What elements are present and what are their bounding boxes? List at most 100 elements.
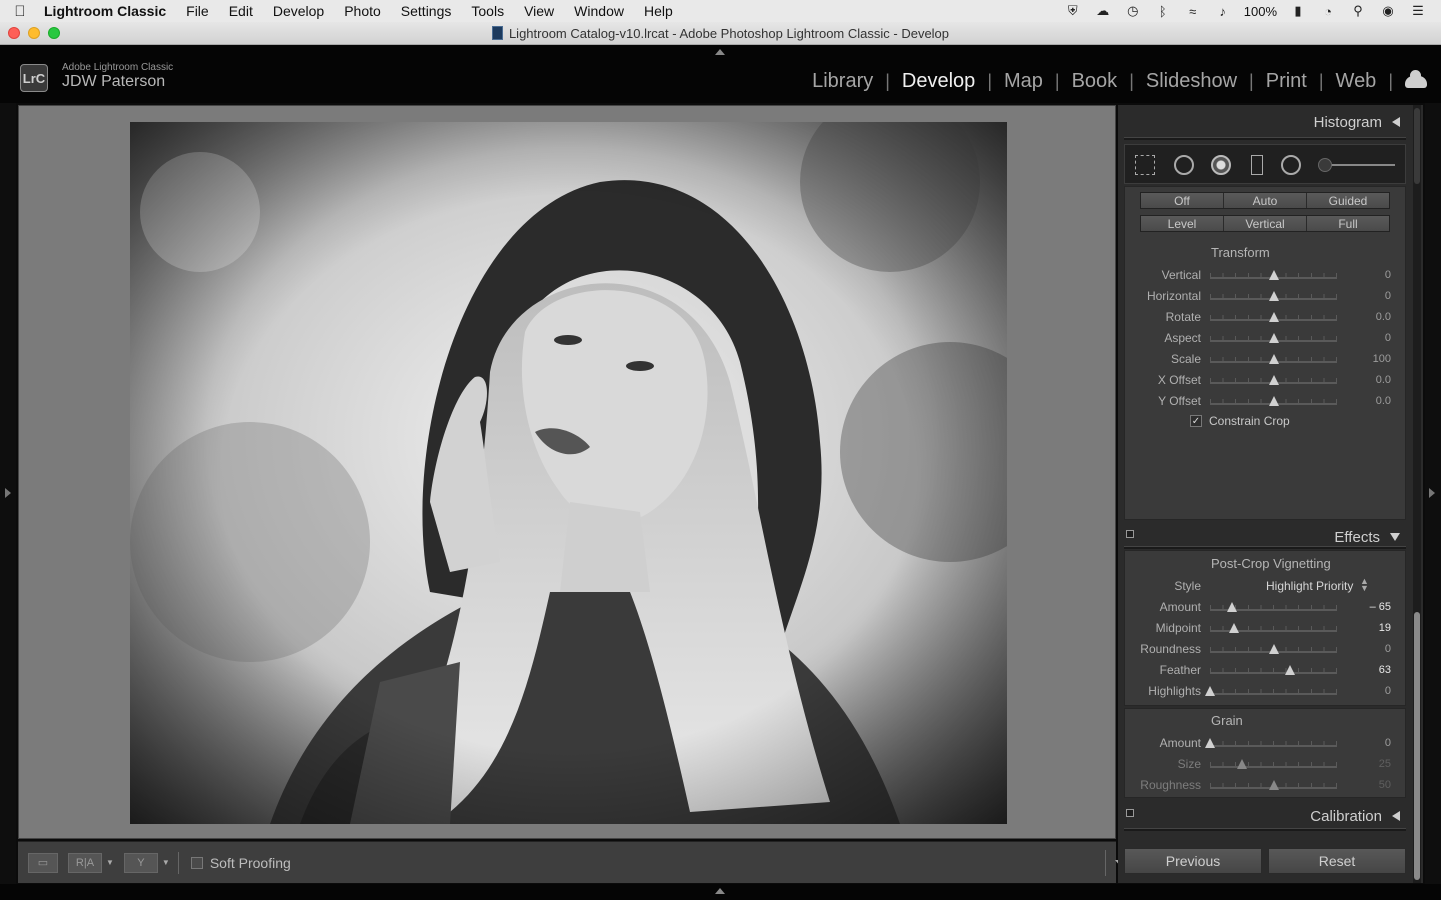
transform-x-offset-value[interactable]: 0.0 [1345, 374, 1391, 386]
copy-settings-dropdown-icon[interactable]: ▼ [162, 858, 170, 867]
transform-aspect-slider-handle[interactable] [1268, 333, 1279, 343]
upright-auto-button[interactable]: Auto [1224, 193, 1307, 208]
before-after-copy-button[interactable]: Y [123, 852, 158, 873]
grain-size-slider-handle[interactable] [1236, 759, 1247, 769]
notification-center-icon[interactable]: ☰ [1409, 3, 1427, 19]
creative-cloud-icon[interactable]: ☁ [1094, 3, 1112, 19]
module-web[interactable]: Web [1324, 70, 1389, 93]
menu-settings[interactable]: Settings [391, 3, 462, 19]
vignette-style-select[interactable]: Highlight Priority [1266, 579, 1353, 593]
soft-proofing-checkbox[interactable] [190, 856, 203, 869]
vignette-highlights-slider[interactable] [1210, 689, 1337, 695]
crop-overlay-icon[interactable] [1135, 155, 1155, 175]
fullscreen-window-button[interactable] [48, 27, 60, 39]
vignette-highlights-slider-handle[interactable] [1205, 686, 1215, 696]
constrain-crop-checkbox[interactable]: ✓ [1190, 415, 1202, 427]
select-stepper-icon[interactable]: ▲ ▼ [1360, 577, 1369, 593]
menu-view[interactable]: View [514, 3, 564, 19]
vignette-feather-slider[interactable] [1210, 668, 1337, 674]
spot-removal-icon[interactable] [1174, 155, 1194, 175]
module-slideshow[interactable]: Slideshow [1134, 70, 1249, 93]
vignette-roundness-slider-handle[interactable] [1268, 644, 1279, 654]
grain-size-slider[interactable] [1210, 762, 1337, 768]
vignette-highlights-value[interactable]: 0 [1345, 685, 1391, 697]
menu-develop[interactable]: Develop [263, 3, 334, 19]
vignette-amount-value[interactable]: – 65 [1345, 601, 1391, 613]
reset-button[interactable]: Reset [1268, 848, 1406, 874]
expand-left-panel-icon[interactable] [5, 488, 11, 498]
battery-percent[interactable]: 100% [1244, 4, 1277, 19]
vignette-feather-slider-handle[interactable] [1285, 665, 1295, 675]
menu-photo[interactable]: Photo [334, 3, 391, 19]
transform-rotate-value[interactable]: 0.0 [1345, 311, 1391, 323]
transform-y-offset-slider-handle[interactable] [1268, 396, 1279, 406]
photo-preview[interactable] [130, 122, 1007, 824]
vignette-midpoint-slider-handle[interactable] [1229, 623, 1240, 633]
graduated-filter-icon[interactable] [1251, 155, 1263, 175]
menu-app-name[interactable]: Lightroom Classic [40, 3, 176, 19]
menu-help[interactable]: Help [634, 3, 683, 19]
scrollbar-thumb[interactable] [1414, 612, 1420, 880]
expand-right-panel-icon[interactable] [1429, 488, 1435, 498]
siri-icon[interactable]: ◉ [1379, 3, 1397, 19]
grain-amount-slider-handle[interactable] [1205, 738, 1215, 748]
close-window-button[interactable] [8, 27, 20, 39]
spotlight-search-icon[interactable]: ⚲ [1349, 3, 1367, 19]
grain-roughness-value[interactable]: 50 [1345, 779, 1391, 791]
vignette-roundness-value[interactable]: 0 [1345, 643, 1391, 655]
red-eye-icon[interactable] [1211, 155, 1231, 175]
transform-scale-slider-handle[interactable] [1268, 354, 1279, 364]
grain-amount-value[interactable]: 0 [1345, 737, 1391, 749]
adjustment-brush-slider-track[interactable] [1321, 164, 1395, 166]
transform-rotate-slider-handle[interactable] [1268, 312, 1279, 322]
upright-level-button[interactable]: Level [1141, 216, 1224, 231]
transform-y-offset-value[interactable]: 0.0 [1345, 395, 1391, 407]
transform-vertical-value[interactable]: 0 [1345, 269, 1391, 281]
module-library[interactable]: Library [800, 70, 885, 93]
screen-time-icon[interactable]: ◔ [1319, 3, 1337, 19]
grain-amount-slider[interactable] [1210, 741, 1337, 747]
cloud-sync-icon[interactable] [1405, 69, 1427, 88]
previous-button[interactable]: Previous [1124, 848, 1262, 874]
time-machine-icon[interactable]: ◷ [1124, 3, 1142, 19]
menu-file[interactable]: File [176, 3, 219, 19]
grain-size-value[interactable]: 25 [1345, 758, 1391, 770]
transform-aspect-value[interactable]: 0 [1345, 332, 1391, 344]
apple-icon[interactable]:  [0, 3, 40, 20]
expand-filmstrip-icon[interactable] [715, 888, 725, 894]
vignette-feather-value[interactable]: 63 [1345, 664, 1391, 676]
calibration-panel-header[interactable]: Calibration [1124, 801, 1406, 831]
soft-proofing-label[interactable]: Soft Proofing [210, 855, 291, 871]
upright-vertical-button[interactable]: Vertical [1224, 216, 1307, 231]
before-after-dropdown-icon[interactable]: ▼ [106, 858, 114, 867]
loupe-view-button[interactable]: ▭ [28, 852, 58, 873]
radial-filter-icon[interactable] [1281, 155, 1301, 175]
constrain-crop-label[interactable]: Constrain Crop [1209, 414, 1290, 428]
before-after-button[interactable]: R|A [68, 852, 102, 873]
shield-icon[interactable]: ⛨ [1064, 3, 1082, 19]
upright-guided-button[interactable]: Guided [1307, 193, 1389, 208]
adjustment-brush-icon[interactable] [1318, 158, 1332, 172]
menu-edit[interactable]: Edit [219, 3, 263, 19]
transform-x-offset-slider-handle[interactable] [1268, 375, 1279, 385]
histogram-panel-header[interactable]: Histogram [1124, 107, 1406, 137]
wifi-icon[interactable]: ≈ [1184, 3, 1202, 19]
menu-window[interactable]: Window [564, 3, 634, 19]
collapse-top-panel-icon[interactable] [715, 49, 725, 55]
transform-horizontal-value[interactable]: 0 [1345, 290, 1391, 302]
module-print[interactable]: Print [1254, 70, 1319, 93]
upright-full-button[interactable]: Full [1307, 216, 1389, 231]
battery-icon[interactable]: ▮ [1289, 3, 1307, 19]
grain-roughness-slider-handle[interactable] [1268, 780, 1279, 790]
module-book[interactable]: Book [1060, 70, 1130, 93]
bluetooth-icon[interactable]: ᛒ [1154, 3, 1172, 19]
vignette-amount-slider-handle[interactable] [1227, 602, 1238, 612]
vignette-midpoint-value[interactable]: 19 [1345, 622, 1391, 634]
volume-icon[interactable]: ♪ [1214, 3, 1232, 19]
photo-canvas[interactable] [18, 105, 1116, 839]
menu-tools[interactable]: Tools [461, 3, 514, 19]
module-map[interactable]: Map [992, 70, 1055, 93]
module-develop[interactable]: Develop [890, 70, 987, 93]
transform-scale-value[interactable]: 100 [1345, 353, 1391, 365]
transform-horizontal-slider-handle[interactable] [1268, 291, 1279, 301]
